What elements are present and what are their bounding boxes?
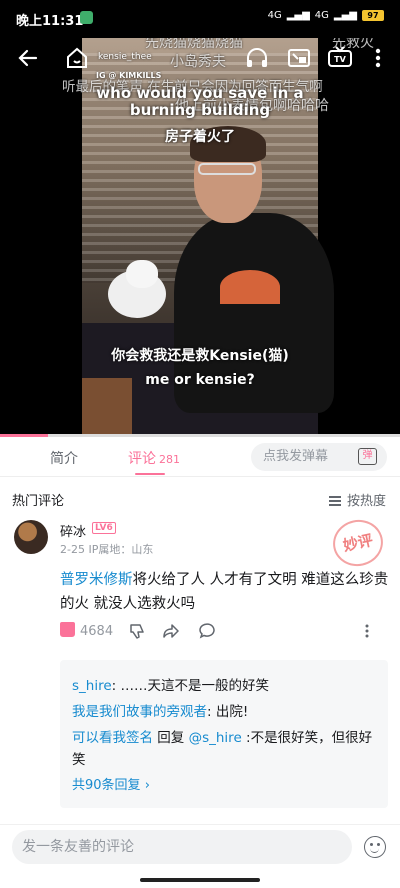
signal-4g-2-icon: 4G xyxy=(314,10,329,21)
more-replies-label: 共90条回复 xyxy=(72,778,141,793)
comment-meta: 2-25 IP属地：山东 xyxy=(60,543,154,556)
reply-separator: : xyxy=(241,730,251,746)
featured-comment-stamp: 妙评 xyxy=(328,515,388,571)
reply-target-mention[interactable]: @s_hire xyxy=(189,730,242,746)
comment-content[interactable]: 普罗米修斯将火给了人 人才有了文明 难道这么珍贵的火 就没人选救火吗 xyxy=(60,568,390,616)
subtitle-english-top: who would you save in a burning building xyxy=(96,84,304,119)
tab-comments-label: 评论 xyxy=(128,451,156,467)
signal-bars-icon: ▂▄▆ xyxy=(286,10,310,21)
more-options-icon[interactable] xyxy=(370,46,386,70)
status-bar: 晚上11:31 4G ▂▄▆ 4G ▂▄▆ 97 xyxy=(0,0,400,38)
subtitle-chinese-bottom: 你会救我还是救Kensie(猫) xyxy=(111,348,289,364)
share-icon xyxy=(163,624,179,638)
avatar[interactable] xyxy=(14,520,48,554)
reply-username[interactable]: s_hire xyxy=(72,678,112,694)
comment-actions: 4684 xyxy=(60,622,390,642)
cat-head xyxy=(126,260,158,288)
comment-input[interactable]: 发一条友善的评论 xyxy=(12,830,352,864)
signal-bars-2-icon: ▂▄▆ xyxy=(333,10,357,21)
reply-separator: : xyxy=(207,704,216,720)
video-top-controls: TV xyxy=(0,46,400,76)
reply-username[interactable]: 我是我们故事的旁观者 xyxy=(72,704,207,720)
home-icon[interactable] xyxy=(64,46,90,70)
thumbs-down-icon xyxy=(130,624,144,639)
tab-comments-count: 281 xyxy=(159,453,180,466)
tab-active-indicator xyxy=(135,473,165,475)
comment-more-button[interactable] xyxy=(362,622,372,644)
reply-text: 出院! xyxy=(215,704,249,720)
battery-icon: 97 xyxy=(362,10,384,21)
reply-separator: : xyxy=(111,678,121,694)
picture-in-picture-icon[interactable] xyxy=(286,46,312,70)
glasses xyxy=(198,163,256,175)
status-time: 晚上11:31 xyxy=(16,14,84,29)
subtitle-chinese-top: 房子着火了 xyxy=(165,129,235,145)
app-notification-icon xyxy=(80,11,93,24)
dislike-button[interactable] xyxy=(128,622,146,644)
subtitle-english-bottom: me or kensie? xyxy=(145,372,255,388)
more-vertical-icon xyxy=(365,624,369,638)
emoji-icon[interactable] xyxy=(364,836,386,858)
like-button[interactable]: 4684 xyxy=(60,622,113,639)
level-badge: LV6 xyxy=(92,522,116,534)
svg-text:TV: TV xyxy=(334,55,346,64)
thumbs-up-icon xyxy=(60,622,75,637)
home-indicator xyxy=(140,878,260,882)
sort-label: 按热度 xyxy=(346,494,386,509)
tab-comments[interactable]: 评论 281 xyxy=(128,448,180,468)
like-count: 4684 xyxy=(80,624,114,639)
reply-item[interactable]: 可以看我签名 回复 @s_hire :不是很好笑，但很好笑 xyxy=(72,727,376,771)
danmaku-icon: 弹 xyxy=(358,448,377,465)
sort-button[interactable]: 按热度 xyxy=(328,490,386,509)
danmaku-toggle-button[interactable]: 弹 xyxy=(347,443,387,471)
tab-intro[interactable]: 简介 xyxy=(50,448,78,468)
comment-compose-bar: 发一条友善的评论 xyxy=(0,824,400,888)
reply-preview-box[interactable]: s_hire: ……天這不是一般的好笑 我是我们故事的旁观者: 出院! 可以看我… xyxy=(60,660,388,808)
status-indicators: 4G ▂▄▆ 4G ▂▄▆ 97 xyxy=(268,10,384,21)
video-player[interactable]: 先烧猫烧猫烧猫 先救火 kensie_thee 小岛秀夫 IG @ KIMKIL… xyxy=(0,38,400,434)
signal-4g-icon: 4G xyxy=(267,10,282,21)
reply-prefix: 回复 xyxy=(153,730,189,746)
danmaku-input[interactable]: 点我发弹幕 xyxy=(251,443,347,471)
comment-bubble-icon xyxy=(199,623,215,639)
tv-cast-icon[interactable]: TV xyxy=(326,46,354,70)
reply-text: ……天這不是一般的好笑 xyxy=(120,678,270,694)
shirt-print xyxy=(220,270,280,304)
reply-button[interactable] xyxy=(198,622,216,644)
back-arrow-icon[interactable] xyxy=(16,46,42,70)
view-all-replies-link[interactable]: 共90条回复 › xyxy=(72,775,376,797)
share-button[interactable] xyxy=(162,622,180,644)
comment-username[interactable]: 碎冰 xyxy=(60,521,86,540)
reply-item[interactable]: 我是我们故事的旁观者: 出院! xyxy=(72,701,376,723)
hot-comments-title: 热门评论 xyxy=(12,494,65,509)
chevron-right-icon: › xyxy=(144,778,150,793)
tab-bar: 简介 评论 281 点我发弹幕 弹 xyxy=(0,437,400,477)
headphones-icon[interactable] xyxy=(244,46,270,70)
comment-mention-link[interactable]: 普罗米修斯 xyxy=(60,572,133,588)
sort-icon xyxy=(328,496,341,506)
reply-item[interactable]: s_hire: ……天這不是一般的好笑 xyxy=(72,675,376,697)
reply-username[interactable]: 可以看我签名 xyxy=(72,730,153,746)
